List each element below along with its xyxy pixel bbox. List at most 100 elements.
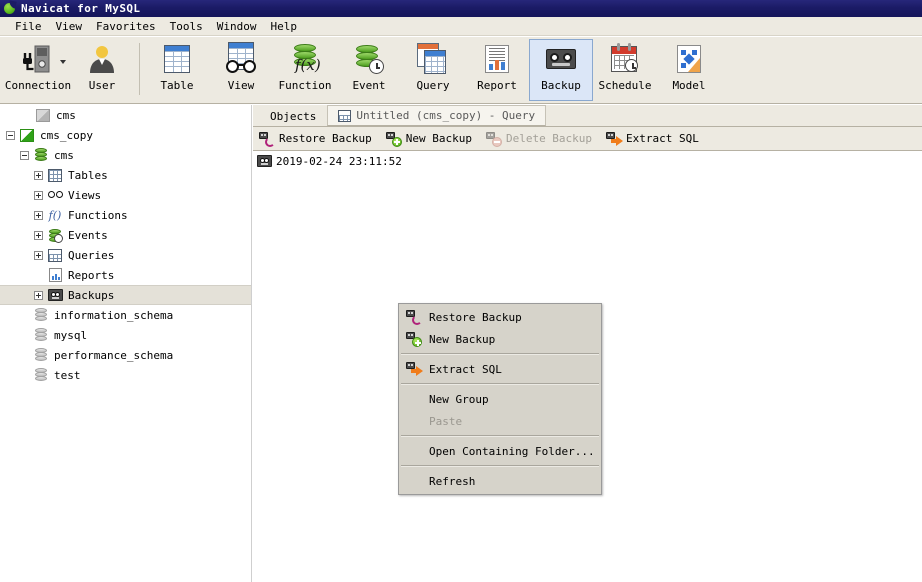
tables-icon [47,168,63,183]
backup-context-menu[interactable]: Restore Backup New Backup Extract SQL Ne… [398,303,602,495]
context-menu-label: Extract SQL [429,362,502,376]
context-menu-item-refresh[interactable]: Refresh [399,470,601,492]
context-menu-item-open-containing-folder[interactable]: Open Containing Folder... [399,440,601,462]
action-restore-backup[interactable]: Restore Backup [259,131,372,147]
expander-plus-icon[interactable] [34,250,43,260]
query-icon [410,40,456,78]
action-extract-sql[interactable]: Extract SQL [606,131,699,146]
expander-plus-icon[interactable] [34,290,43,300]
action-label: Delete Backup [505,132,593,145]
tree-item-tables[interactable]: Tables [0,165,251,185]
tree-item-label: Backups [68,288,115,302]
backup-name: 2019-02-24 23:11:52 [276,154,402,168]
tree-item-reports[interactable]: Reports [0,265,251,285]
tree-item-label: Functions [68,208,128,222]
menu-item-window[interactable]: Window [210,19,264,34]
tree-item-label: Views [68,188,102,202]
toolbar-label: Model [672,79,706,92]
new-backup-icon [405,332,423,347]
tree-item-cms-copy-connection[interactable]: cms_copy [0,125,251,145]
action-new-backup[interactable]: New Backup [385,131,472,147]
tab-objects[interactable]: Objects [259,105,328,126]
toolbar-label: Schedule [598,79,652,92]
menu-item-view[interactable]: View [49,19,90,34]
toolbar-button-event[interactable]: Event [337,39,401,101]
expander-plus-icon[interactable] [34,230,43,240]
reports-icon [47,268,63,283]
toolbar-button-report[interactable]: Report [465,39,529,101]
tree-item-queries[interactable]: Queries [0,245,251,265]
toolbar-label: User [88,79,116,92]
tree-item-label: Queries [68,248,115,262]
menu-item-favorites[interactable]: Favorites [89,19,163,34]
backup-icon [538,40,584,78]
title-bar: Navicat for MySQL [0,0,922,17]
event-icon [346,40,392,78]
menu-item-file[interactable]: File [8,19,49,34]
tree-item-test[interactable]: test [0,365,251,385]
context-menu-separator [401,435,599,437]
context-menu-label: Open Containing Folder... [429,444,595,458]
menu-item-tools[interactable]: Tools [163,19,210,34]
tab-query[interactable]: Untitled (cms_copy) - Query [327,105,547,126]
toolbar-button-model[interactable]: Model [657,39,721,101]
action-delete-backup: Delete Backup [485,131,593,147]
toolbar-button-backup[interactable]: Backup [529,39,593,101]
events-icon [47,228,63,243]
toolbar-button-query[interactable]: Query [401,39,465,101]
chevron-down-icon[interactable] [60,60,66,64]
tab-strip: Objects Untitled (cms_copy) - Query [253,105,922,127]
tree-item-information-schema[interactable]: information_schema [0,305,251,325]
connection-online-icon [19,128,35,143]
toolbar-label: View [227,79,255,92]
context-menu-item-restore-backup[interactable]: Restore Backup [399,306,601,328]
toolbar-button-table[interactable]: Table [145,39,209,101]
toolbar-label: Backup [541,79,581,92]
report-icon [474,40,520,78]
tree-item-database-cms[interactable]: cms [0,145,251,165]
expander-minus-icon[interactable] [6,130,15,140]
toolbar-label: Table [160,79,194,92]
context-menu-separator [401,383,599,385]
tree-item-functions[interactable]: f() Functions [0,205,251,225]
toolbar-button-function[interactable]: f(x) Function [273,39,337,101]
toolbar-button-user[interactable]: User [70,39,134,101]
extract-sql-icon [606,131,624,146]
expander-minus-icon[interactable] [20,150,29,160]
expander-plus-icon[interactable] [34,210,43,220]
object-tree-sidebar[interactable]: cms cms_copy cms Tables Views f() Functi… [0,105,252,582]
tree-item-performance-schema[interactable]: performance_schema [0,345,251,365]
tree-item-label: cms [56,108,76,122]
context-menu-item-extract-sql[interactable]: Extract SQL [399,358,601,380]
action-label: Restore Backup [279,132,372,145]
toolbar-button-view[interactable]: View [209,39,273,101]
tree-item-label: performance_schema [54,348,174,362]
tree-item-views[interactable]: Views [0,185,251,205]
expander-placeholder [20,351,29,360]
tree-item-label: cms [54,148,74,162]
toolbar-button-connection[interactable]: Connection [5,39,71,101]
view-icon [218,40,264,78]
database-gray-icon [33,368,49,383]
context-menu-label: Restore Backup [429,310,522,324]
tree-item-cms-connection[interactable]: cms [0,105,251,125]
tab-label: Untitled (cms_copy) - Query [356,109,536,122]
tree-item-label: Events [68,228,108,242]
expander-plus-icon[interactable] [34,190,43,200]
context-menu-item-paste: Paste [399,410,601,432]
menu-item-help[interactable]: Help [263,19,304,34]
tree-item-events[interactable]: Events [0,225,251,245]
toolbar-separator [139,43,140,95]
context-menu-item-new-backup[interactable]: New Backup [399,328,601,350]
toolbar-label: Event [352,79,386,92]
tree-item-backups[interactable]: Backups [0,285,251,305]
context-menu-label: Paste [429,414,463,428]
toolbar-label: Query [416,79,450,92]
database-icon [33,148,49,163]
toolbar-button-schedule[interactable]: Schedule [593,39,657,101]
backup-list-item[interactable]: 2019-02-24 23:11:52 [253,152,922,170]
main-toolbar: Connection User Table View f(x) Function… [0,37,922,104]
tree-item-mysql[interactable]: mysql [0,325,251,345]
context-menu-item-new-group[interactable]: New Group [399,388,601,410]
expander-plus-icon[interactable] [34,170,43,180]
